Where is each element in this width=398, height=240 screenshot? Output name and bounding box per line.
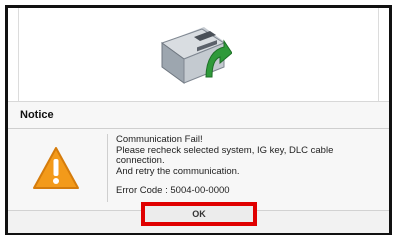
message-line: connection. — [116, 155, 165, 166]
message-line: And retry the communication. — [116, 165, 240, 177]
app-frame: Notice Communication Fail! Please rechec… — [5, 5, 392, 235]
ok-button[interactable]: OK — [145, 206, 253, 222]
dialog-title-bar: Notice — [8, 102, 389, 129]
dialog-divider — [107, 134, 108, 202]
left-guide-line — [18, 8, 19, 101]
warning-triangle-icon — [33, 147, 79, 189]
ecu-module-icon — [160, 27, 232, 84]
message-line: Communication Fail! — [116, 134, 203, 145]
error-code: Error Code : 5004-00-0000 — [116, 185, 230, 196]
notice-dialog: Notice Communication Fail! Please rechec… — [8, 102, 389, 233]
background-content — [8, 8, 389, 102]
dialog-message: Communication Fail! Please recheck selec… — [116, 134, 381, 197]
right-guide-line — [378, 8, 379, 101]
dialog-title: Notice — [20, 109, 54, 121]
